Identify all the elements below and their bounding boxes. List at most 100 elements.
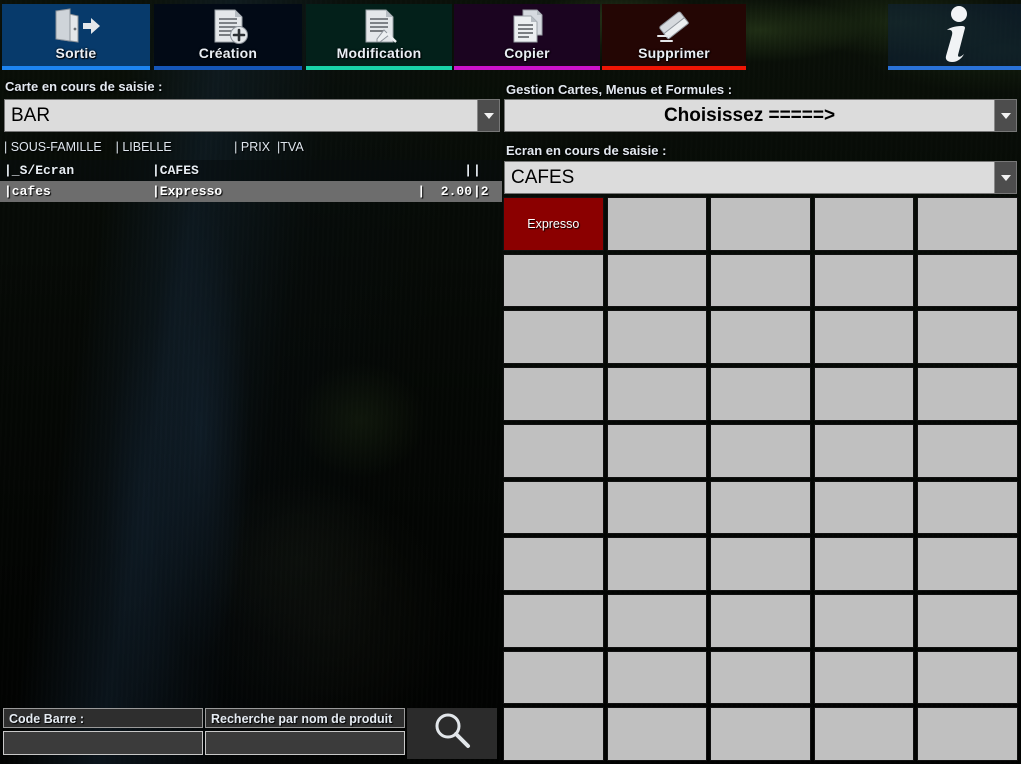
toolbar-accent-underline bbox=[888, 66, 1021, 70]
cell-tva: |2 bbox=[473, 184, 489, 199]
ecran-dropdown-value: CAFES bbox=[511, 166, 575, 188]
carte-dropdown[interactable]: BAR bbox=[4, 99, 500, 132]
nom-produit-label: Recherche par nom de produit bbox=[205, 708, 405, 728]
grid-key-8[interactable] bbox=[813, 253, 915, 308]
grid-key-15[interactable] bbox=[503, 367, 604, 421]
grid-key-10[interactable] bbox=[503, 310, 604, 365]
table-row[interactable]: |_S/Ecran |CAFES | | bbox=[0, 160, 502, 181]
cell-sous-famille: |_S/Ecran bbox=[4, 163, 75, 178]
toolbar-button-label: Copier bbox=[504, 45, 550, 61]
cell-prix: | 2.00 bbox=[417, 184, 472, 199]
grid-key-37[interactable] bbox=[710, 593, 811, 648]
grid-key-41[interactable] bbox=[606, 650, 708, 705]
search-button[interactable] bbox=[407, 708, 497, 759]
code-barre-label: Code Barre : bbox=[3, 708, 203, 728]
toolbar-accent-underline bbox=[306, 66, 452, 70]
grid-key-19[interactable] bbox=[917, 367, 1018, 421]
ecran-label: Ecran en cours de saisie : bbox=[506, 143, 667, 158]
grid-key-45[interactable] bbox=[503, 707, 604, 761]
nom-produit-input[interactable] bbox=[205, 731, 405, 755]
grid-key-18[interactable] bbox=[813, 367, 915, 421]
toolbar-accent-underline bbox=[602, 66, 746, 70]
grid-key-5[interactable] bbox=[503, 253, 604, 308]
grid-key-7[interactable] bbox=[710, 253, 811, 308]
grid-key-3[interactable] bbox=[813, 197, 915, 251]
application-window: Sortie Création Modification Copier Supp… bbox=[0, 0, 1021, 764]
gestion-dropdown[interactable]: Choisissez =====> bbox=[504, 99, 1017, 132]
cell-tva: | bbox=[473, 163, 481, 178]
grid-key-14[interactable] bbox=[917, 310, 1018, 365]
grid-key-26[interactable] bbox=[606, 480, 708, 535]
toolbar-button-label: Modification bbox=[336, 45, 422, 61]
grid-key-12[interactable] bbox=[710, 310, 811, 365]
grid-key-44[interactable] bbox=[917, 650, 1018, 705]
chevron-down-icon[interactable] bbox=[994, 162, 1016, 193]
grid-key-24[interactable] bbox=[917, 423, 1018, 478]
chevron-down-icon[interactable] bbox=[477, 100, 499, 131]
code-barre-field-group: Code Barre : bbox=[3, 708, 203, 755]
grid-key-23[interactable] bbox=[813, 423, 915, 478]
nom-produit-field-group: Recherche par nom de produit bbox=[205, 708, 405, 755]
grid-key-39[interactable] bbox=[917, 593, 1018, 648]
exit-door-icon bbox=[50, 8, 102, 49]
grid-key-48[interactable] bbox=[813, 707, 915, 761]
magnifier-icon bbox=[427, 709, 477, 758]
grid-key-13[interactable] bbox=[813, 310, 915, 365]
grid-key-21[interactable] bbox=[606, 423, 708, 478]
grid-key-20[interactable] bbox=[503, 423, 604, 478]
grid-key-42[interactable] bbox=[710, 650, 811, 705]
grid-key-46[interactable] bbox=[606, 707, 708, 761]
grid-key-34[interactable] bbox=[917, 537, 1018, 591]
chevron-down-icon[interactable] bbox=[994, 100, 1016, 131]
grid-key-29[interactable] bbox=[917, 480, 1018, 535]
search-bar: Code Barre : Recherche par nom de produi… bbox=[0, 708, 502, 760]
product-key-grid: Expresso bbox=[503, 197, 1018, 761]
toolbar-button-label: Supprimer bbox=[638, 45, 710, 61]
grid-key-43[interactable] bbox=[813, 650, 915, 705]
grid-key-1[interactable] bbox=[606, 197, 708, 251]
code-barre-input[interactable] bbox=[3, 731, 203, 755]
grid-key-9[interactable] bbox=[917, 253, 1018, 308]
grid-key-11[interactable] bbox=[606, 310, 708, 365]
toolbar-button-modification[interactable]: Modification bbox=[306, 4, 452, 70]
toolbar-button-info[interactable] bbox=[888, 4, 1021, 70]
grid-key-label: Expresso bbox=[527, 216, 580, 231]
grid-key-27[interactable] bbox=[710, 480, 811, 535]
cell-libelle: |Expresso bbox=[152, 184, 223, 199]
grid-key-47[interactable] bbox=[710, 707, 811, 761]
toolbar-button-label: Création bbox=[198, 45, 258, 61]
gestion-label: Gestion Cartes, Menus et Formules : bbox=[506, 82, 733, 97]
carte-dropdown-value: BAR bbox=[11, 104, 51, 126]
info-icon bbox=[915, 4, 995, 70]
toolbar-accent-underline bbox=[454, 66, 600, 70]
grid-key-32[interactable] bbox=[710, 537, 811, 591]
grid-key-28[interactable] bbox=[813, 480, 915, 535]
toolbar-button-label: Sortie bbox=[55, 45, 97, 61]
carte-label: Carte en cours de saisie : bbox=[5, 79, 163, 94]
gestion-dropdown-value: Choisissez =====> bbox=[663, 104, 836, 126]
grid-key-2[interactable] bbox=[710, 197, 811, 251]
grid-key-0[interactable]: Expresso bbox=[503, 197, 604, 251]
toolbar-button-sortie[interactable]: Sortie bbox=[2, 4, 150, 70]
grid-key-33[interactable] bbox=[813, 537, 915, 591]
table-row[interactable]: |cafes |Expresso | 2.00 |2 bbox=[0, 181, 502, 202]
grid-key-30[interactable] bbox=[503, 537, 604, 591]
grid-key-38[interactable] bbox=[813, 593, 915, 648]
grid-key-36[interactable] bbox=[606, 593, 708, 648]
toolbar-button-copier[interactable]: Copier bbox=[454, 4, 600, 70]
grid-key-22[interactable] bbox=[710, 423, 811, 478]
grid-key-6[interactable] bbox=[606, 253, 708, 308]
grid-key-31[interactable] bbox=[606, 537, 708, 591]
ecran-dropdown[interactable]: CAFES bbox=[504, 161, 1017, 194]
cell-libelle: |CAFES bbox=[152, 163, 199, 178]
toolbar-button-creation[interactable]: Création bbox=[154, 4, 302, 70]
grid-key-16[interactable] bbox=[606, 367, 708, 421]
grid-key-25[interactable] bbox=[503, 480, 604, 535]
toolbar-button-supprimer[interactable]: Supprimer bbox=[602, 4, 746, 70]
grid-key-35[interactable] bbox=[503, 593, 604, 648]
grid-key-4[interactable] bbox=[917, 197, 1018, 251]
main-toolbar: Sortie Création Modification Copier Supp… bbox=[0, 0, 1021, 70]
grid-key-49[interactable] bbox=[917, 707, 1018, 761]
grid-key-40[interactable] bbox=[503, 650, 604, 705]
grid-key-17[interactable] bbox=[710, 367, 811, 421]
